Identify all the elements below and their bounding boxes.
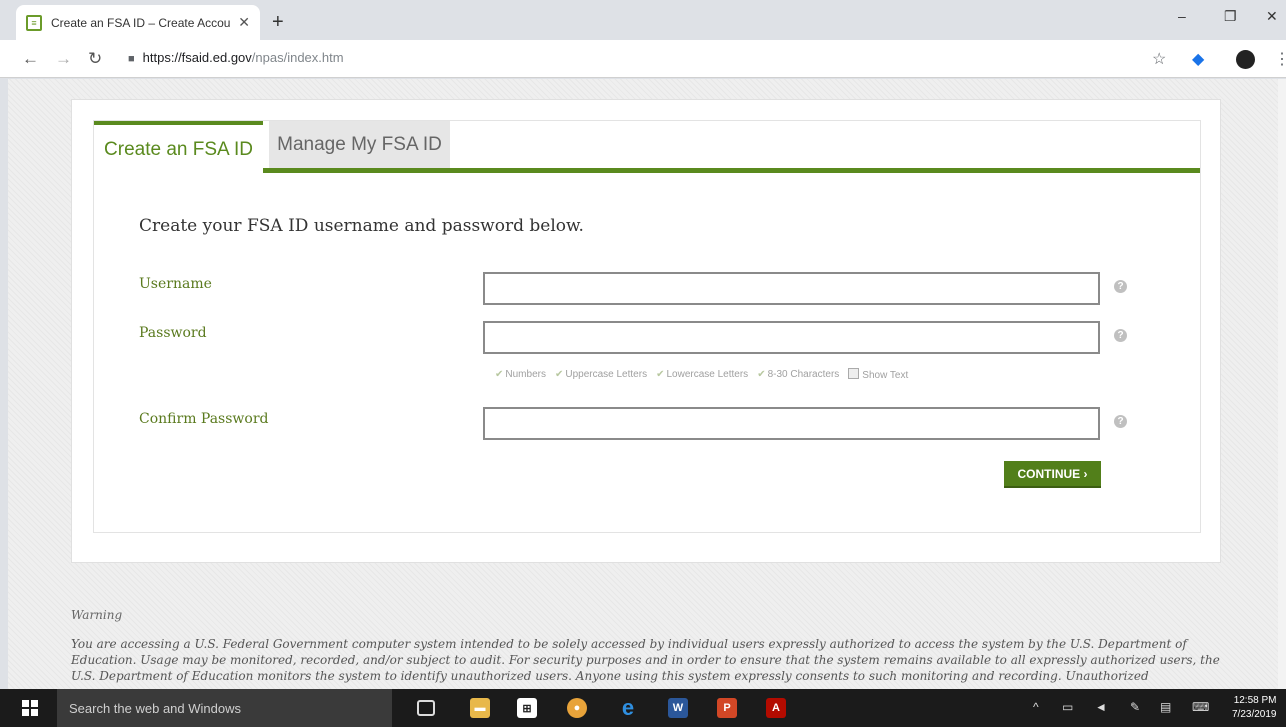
check-icon: ✔ (656, 369, 665, 380)
word-icon[interactable]: W (668, 698, 688, 718)
username-field[interactable] (483, 272, 1100, 305)
taskbar-clock[interactable]: 12:58 PM 7/23/2019 (1232, 694, 1277, 722)
volume-icon[interactable]: ◄ (1095, 700, 1107, 714)
confirm-password-label: Confirm Password (139, 411, 269, 427)
url-path: /npas/index.htm (251, 50, 344, 65)
browser-toolbar: ← → ↻ ■ https://fsaid.ed.gov/npas/index.h… (0, 40, 1286, 78)
req-length: ✔ 8-30 Characters (757, 369, 840, 380)
tab-bar: Create an FSA ID Manage My FSA ID (94, 121, 1200, 173)
tab-manage-fsa-id[interactable]: Manage My FSA ID (269, 121, 450, 168)
form-panel: Create an FSA ID Manage My FSA ID Create… (93, 120, 1201, 533)
reload-icon[interactable]: ↻ (88, 49, 102, 69)
windows-start-icon[interactable] (22, 700, 38, 716)
back-icon[interactable]: ← (22, 49, 39, 69)
check-icon: ✔ (554, 369, 564, 380)
page-content: Create an FSA ID Manage My FSA ID Create… (8, 79, 1286, 689)
chrome-icon[interactable]: ● (567, 698, 587, 718)
tab-underline (263, 168, 1200, 173)
lock-icon: ■ (128, 53, 135, 65)
continue-button[interactable]: CONTINUE › (1004, 461, 1101, 488)
page-scrollbar[interactable] (1278, 79, 1286, 689)
site-favicon-icon: ≡ (26, 14, 42, 31)
taskbar-search-input[interactable]: Search the web and Windows (57, 689, 392, 727)
menu-icon[interactable]: ⋮ (1274, 49, 1286, 69)
maximize-button[interactable]: ❐ (1224, 8, 1237, 25)
warning-text: You are accessing a U.S. Federal Governm… (71, 637, 1220, 683)
acrobat-icon[interactable]: A (766, 698, 786, 718)
extension-icon[interactable]: ◆ (1192, 49, 1204, 69)
star-icon[interactable]: ☆ (1152, 49, 1166, 69)
req-lowercase: ✔ Lowercase Letters (656, 369, 749, 380)
close-window-button[interactable]: ✕ (1266, 8, 1278, 25)
page-title: Create your FSA ID username and password… (139, 216, 584, 236)
new-tab-button[interactable]: + (272, 11, 284, 34)
show-text-checkbox[interactable]: Show Text (848, 368, 908, 381)
req-uppercase: ✔ Uppercase Letters (554, 369, 648, 380)
check-icon: ✔ (757, 369, 766, 380)
clock-date: 7/23/2019 (1232, 709, 1277, 720)
clock-time: 12:58 PM (1233, 695, 1277, 706)
check-icon: ✔ (495, 369, 504, 380)
checkbox-icon[interactable] (848, 368, 860, 379)
file-explorer-icon[interactable]: ▬ (470, 698, 490, 718)
password-requirements: ✔ Numbers ✔ Uppercase Letters ✔ Lowercase L… (495, 368, 908, 381)
password-label: Password (139, 325, 207, 341)
powerpoint-icon[interactable]: P (717, 698, 737, 718)
username-help-icon[interactable]: ? (1114, 280, 1127, 293)
forward-icon[interactable]: → (55, 49, 72, 69)
browser-tabstrip: ≡ Create an FSA ID – Create Accou ✕ + – … (0, 0, 1286, 40)
pen-icon[interactable]: ✎ (1130, 700, 1140, 714)
windows-taskbar: Search the web and Windows ▬ ⊞ ● e W P A… (0, 689, 1286, 727)
confirm-password-help-icon[interactable]: ? (1114, 415, 1127, 428)
keyboard-icon[interactable]: ⌨ (1192, 700, 1209, 714)
address-bar[interactable]: ■ https://fsaid.ed.gov/npas/index.htm (128, 50, 344, 65)
password-help-icon[interactable]: ? (1114, 329, 1127, 342)
warning-title: Warning (71, 608, 123, 622)
edge-icon[interactable]: e (618, 695, 638, 720)
browser-tab[interactable]: ≡ Create an FSA ID – Create Accou ✕ (16, 5, 260, 40)
tab-title: Create an FSA ID – Create Accou (51, 15, 231, 30)
minimize-button[interactable]: – (1178, 8, 1186, 24)
chevron-up-icon[interactable]: ^ (1033, 700, 1039, 714)
form-card: Create an FSA ID Manage My FSA ID Create… (71, 99, 1221, 563)
url-domain: https://fsaid.ed.gov (142, 50, 252, 65)
network-icon[interactable]: ▭ (1062, 700, 1073, 714)
req-numbers: ✔ Numbers (495, 369, 546, 380)
notifications-icon[interactable]: ▤ (1160, 700, 1171, 714)
close-tab-icon[interactable]: ✕ (238, 14, 250, 31)
username-label: Username (139, 276, 212, 292)
avatar[interactable] (1236, 50, 1255, 69)
tab-create-fsa-id[interactable]: Create an FSA ID (94, 121, 263, 173)
password-field[interactable] (483, 321, 1100, 354)
confirm-password-field[interactable] (483, 407, 1100, 440)
task-view-icon[interactable] (417, 700, 435, 716)
store-icon[interactable]: ⊞ (517, 698, 537, 718)
